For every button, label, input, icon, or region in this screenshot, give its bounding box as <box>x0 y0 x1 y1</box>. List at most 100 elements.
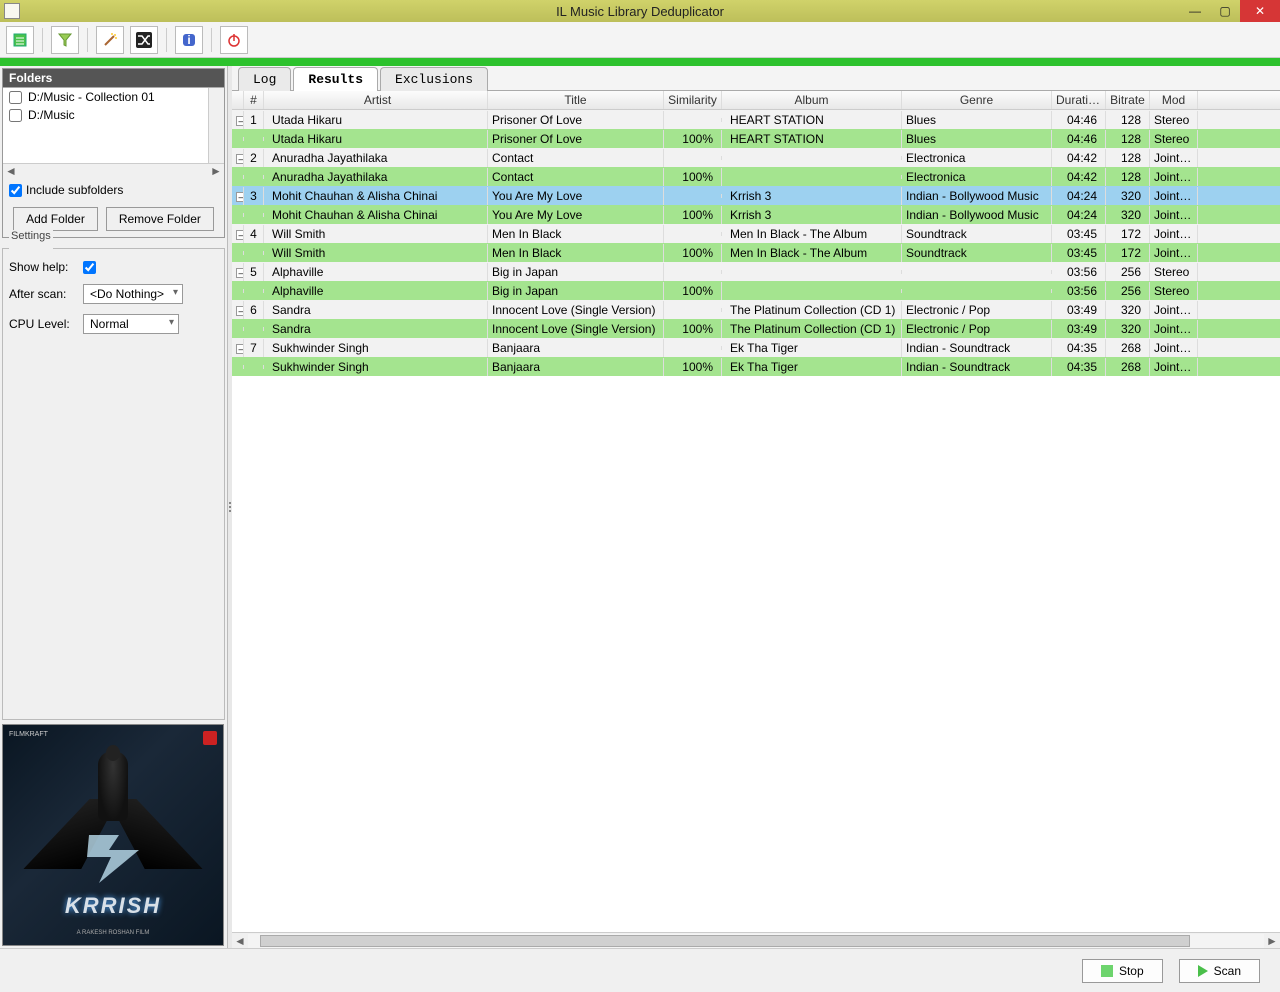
label-logo-icon <box>203 731 217 745</box>
filter-button[interactable] <box>51 26 79 54</box>
table-row[interactable]: AlphavilleBig in Japan100%03:56256Stereo <box>232 281 1280 300</box>
cell-album: Krrish 3 <box>722 187 902 205</box>
collapse-icon[interactable]: – <box>236 192 244 202</box>
cell-mode: JointSte <box>1150 301 1198 319</box>
stop-button[interactable]: Stop <box>1082 959 1163 983</box>
table-row[interactable]: –6SandraInnocent Love (Single Version)Th… <box>232 300 1280 319</box>
cell-genre: Indian - Soundtrack <box>902 339 1052 357</box>
progress-bar <box>0 58 1280 66</box>
table-row[interactable]: –1Utada HikaruPrisoner Of LoveHEART STAT… <box>232 110 1280 129</box>
cell-index: 6 <box>244 301 264 319</box>
cell-duration: 03:56 <box>1052 282 1106 300</box>
table-row[interactable]: –4Will SmithMen In BlackMen In Black - T… <box>232 224 1280 243</box>
cell-duration: 03:49 <box>1052 301 1106 319</box>
column-duration[interactable]: Duration <box>1052 91 1106 109</box>
collapse-icon[interactable]: – <box>236 344 244 354</box>
wand-button[interactable] <box>96 26 124 54</box>
table-row[interactable]: –2Anuradha JayathilakaContactElectronica… <box>232 148 1280 167</box>
play-icon <box>1198 965 1208 977</box>
cell-artist: Sandra <box>264 301 488 319</box>
cell-similarity: 100% <box>664 358 722 376</box>
column-index[interactable]: # <box>244 91 264 109</box>
cell-index: 4 <box>244 225 264 243</box>
minimize-button[interactable]: — <box>1180 0 1210 22</box>
collapse-icon[interactable]: – <box>236 116 244 126</box>
cell-duration: 04:46 <box>1052 111 1106 129</box>
remove-folder-button[interactable]: Remove Folder <box>106 207 214 231</box>
table-row[interactable]: –3Mohit Chauhan & Alisha ChinaiYou Are M… <box>232 186 1280 205</box>
close-button[interactable]: ✕ <box>1240 0 1280 22</box>
table-horizontal-scrollbar[interactable]: ◄ ► <box>232 932 1280 948</box>
scroll-left-icon[interactable]: ◄ <box>3 164 19 179</box>
column-genre[interactable]: Genre <box>902 91 1052 109</box>
collapse-icon[interactable]: – <box>236 268 244 278</box>
footer: Stop Scan <box>0 948 1280 992</box>
scroll-right-icon[interactable]: ► <box>208 164 224 179</box>
settings-legend: Settings <box>9 230 53 242</box>
table-row[interactable]: –5AlphavilleBig in Japan03:56256Stereo <box>232 262 1280 281</box>
table-row[interactable]: Utada HikaruPrisoner Of Love100%HEART ST… <box>232 129 1280 148</box>
folder-item[interactable]: D:/Music <box>3 106 224 124</box>
collapse-icon[interactable]: – <box>236 154 244 164</box>
cell-similarity <box>664 118 722 122</box>
collapse-icon[interactable]: – <box>236 230 244 240</box>
power-button[interactable] <box>220 26 248 54</box>
table-row[interactable]: SandraInnocent Love (Single Version)100%… <box>232 319 1280 338</box>
column-title[interactable]: Title <box>488 91 664 109</box>
table-row[interactable]: Will SmithMen In Black100%Men In Black -… <box>232 243 1280 262</box>
cell-similarity <box>664 308 722 312</box>
scan-button[interactable]: Scan <box>1179 959 1260 983</box>
cell-album: Ek Tha Tiger <box>722 358 902 376</box>
cell-artist: Utada Hikaru <box>264 111 488 129</box>
info-button[interactable]: i <box>175 26 203 54</box>
cell-index: 7 <box>244 339 264 357</box>
scroll-right-icon[interactable]: ► <box>1264 934 1280 948</box>
horizontal-scrollbar[interactable]: ◄ ► <box>3 163 224 179</box>
cell-index: 5 <box>244 263 264 281</box>
folders-panel: Folders D:/Music - Collection 01 D:/Musi… <box>2 68 225 238</box>
folders-list[interactable]: D:/Music - Collection 01 D:/Music <box>3 87 224 163</box>
column-expand[interactable] <box>232 91 244 109</box>
column-mode[interactable]: Mod <box>1150 91 1198 109</box>
cell-bitrate: 268 <box>1106 339 1150 357</box>
tab-exclusions[interactable]: Exclusions <box>380 67 488 91</box>
vertical-scrollbar[interactable] <box>208 88 224 163</box>
folder-list-button[interactable] <box>6 26 34 54</box>
column-similarity[interactable]: Similarity <box>664 91 722 109</box>
album-subtitle: A RAKESH ROSHAN FILM <box>77 930 150 937</box>
table-row[interactable]: Mohit Chauhan & Alisha ChinaiYou Are My … <box>232 205 1280 224</box>
collapse-icon[interactable]: – <box>236 306 244 316</box>
column-bitrate[interactable]: Bitrate <box>1106 91 1150 109</box>
include-subfolders-checkbox[interactable] <box>9 184 22 197</box>
cell-mode: JointSte <box>1150 149 1198 167</box>
cell-index <box>244 137 264 141</box>
column-artist[interactable]: Artist <box>264 91 488 109</box>
cell-duration: 04:46 <box>1052 130 1106 148</box>
tab-results[interactable]: Results <box>293 67 378 91</box>
add-folder-button[interactable]: Add Folder <box>13 207 98 231</box>
cell-genre <box>902 270 1052 274</box>
column-album[interactable]: Album <box>722 91 902 109</box>
cell-artist: Sukhwinder Singh <box>264 339 488 357</box>
results-table: # Artist Title Similarity Album Genre Du… <box>232 91 1280 932</box>
folder-checkbox[interactable] <box>9 91 22 104</box>
maximize-button[interactable]: ▢ <box>1210 0 1240 22</box>
app-icon <box>4 3 20 19</box>
scroll-left-icon[interactable]: ◄ <box>232 934 248 948</box>
tab-log[interactable]: Log <box>238 67 291 91</box>
scrollbar-thumb[interactable] <box>260 935 1190 947</box>
folder-item[interactable]: D:/Music - Collection 01 <box>3 88 224 106</box>
show-help-checkbox[interactable] <box>83 261 96 274</box>
shuffle-button[interactable] <box>130 26 158 54</box>
table-row[interactable]: –7Sukhwinder SinghBanjaaraEk Tha TigerIn… <box>232 338 1280 357</box>
cell-duration: 03:56 <box>1052 263 1106 281</box>
cpu-level-dropdown[interactable]: Normal <box>83 314 179 334</box>
cell-genre: Blues <box>902 111 1052 129</box>
window-titlebar[interactable]: IL Music Library Deduplicator — ▢ ✕ <box>0 0 1280 22</box>
cell-genre: Indian - Bollywood Music <box>902 206 1052 224</box>
table-row[interactable]: Anuradha JayathilakaContact100%Electroni… <box>232 167 1280 186</box>
table-row[interactable]: Sukhwinder SinghBanjaara100%Ek Tha Tiger… <box>232 357 1280 376</box>
folder-checkbox[interactable] <box>9 109 22 122</box>
after-scan-dropdown[interactable]: <Do Nothing> <box>83 284 183 304</box>
svg-text:i: i <box>187 33 190 47</box>
